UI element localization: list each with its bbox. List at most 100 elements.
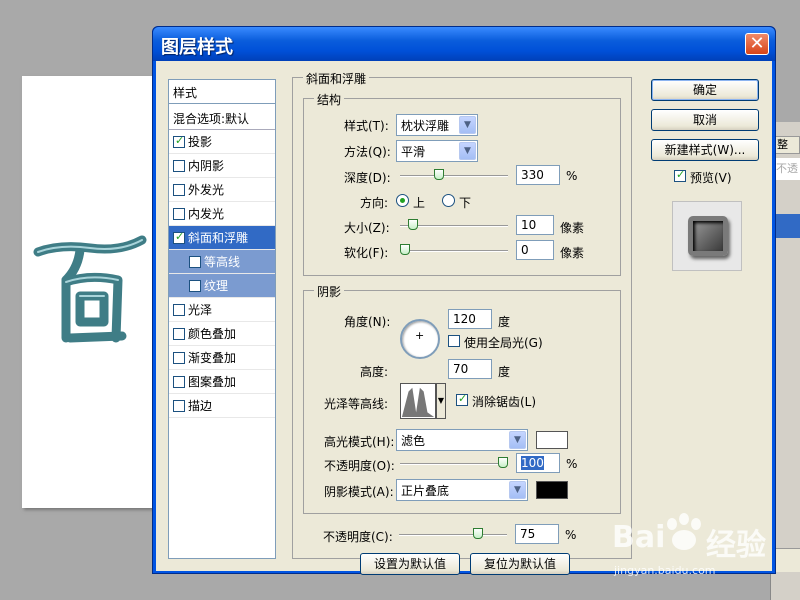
antialias-checkbox[interactable] [456, 392, 468, 406]
chevron-down-icon: ▼ [459, 142, 476, 160]
style-item-label: 渐变叠加 [188, 351, 237, 365]
bevel-emboss-title: 斜面和浮雕 [303, 70, 370, 87]
style-item-checkbox[interactable] [189, 279, 201, 292]
technique-select[interactable]: 平滑 ▼ [396, 140, 478, 162]
size-slider[interactable] [400, 219, 508, 231]
highlight-opacity-slider[interactable] [400, 457, 508, 469]
panel-tab[interactable]: 整 [772, 136, 800, 154]
style-item-label: 内发光 [188, 207, 225, 221]
cancel-button[interactable]: 取消 [651, 109, 759, 131]
altitude-input[interactable]: 70 [448, 359, 492, 379]
direction-down-radio[interactable] [442, 194, 455, 207]
style-label: 样式(T): [344, 119, 389, 133]
watermark-url: jingyan.baidu.com [614, 564, 716, 577]
highlight-color-swatch[interactable] [536, 431, 568, 449]
style-item[interactable]: 斜面和浮雕 [169, 226, 275, 250]
structure-group: 结构 样式(T): 枕状浮雕 ▼ 方法(Q): 平滑 ▼ 深度(D): 330 … [303, 91, 621, 276]
highlight-opacity-input[interactable]: 100 [516, 453, 560, 473]
angle-input[interactable]: 120 [448, 309, 492, 329]
altitude-label: 高度: [360, 365, 389, 379]
preview-label[interactable]: 预览(V) [690, 169, 732, 186]
depth-slider[interactable] [400, 169, 508, 181]
shadow-opacity-input[interactable]: 75 [515, 524, 559, 544]
reset-default-button[interactable]: 复位为默认值 [470, 553, 570, 575]
size-label: 大小(Z): [344, 221, 390, 235]
depth-slider-thumb[interactable] [434, 169, 444, 180]
style-item[interactable]: 渐变叠加 [169, 346, 275, 370]
style-item[interactable]: 内发光 [169, 202, 275, 226]
gloss-contour-thumbnail[interactable] [400, 383, 436, 419]
direction-down-label[interactable]: 下 [459, 194, 471, 211]
highlight-mode-select[interactable]: 滤色 ▼ [396, 429, 528, 451]
style-item-checkbox[interactable] [173, 375, 185, 388]
shadow-opacity-slider[interactable] [399, 528, 507, 540]
direction-up-label[interactable]: 上 [413, 194, 425, 211]
structure-title: 结构 [314, 91, 345, 108]
style-item[interactable]: 纹理 [169, 274, 275, 298]
style-item-checkbox[interactable] [189, 255, 201, 268]
shading-group: 阴影 角度(N): 120 度 + 使用全局光(G) 高度: 70 度 光泽等高… [303, 283, 621, 514]
style-item[interactable]: 颜色叠加 [169, 322, 275, 346]
style-item[interactable]: 光泽 [169, 298, 275, 322]
style-item[interactable]: 图案叠加 [169, 370, 275, 394]
soften-slider[interactable] [400, 244, 508, 256]
antialias-label[interactable]: 消除锯齿(L) [472, 393, 536, 410]
style-item-checkbox[interactable] [173, 399, 185, 412]
style-item-checkbox[interactable] [173, 183, 185, 196]
direction-up-radio[interactable] [396, 194, 409, 207]
style-item-checkbox[interactable] [173, 351, 185, 364]
dialog-title: 图层样式 [161, 37, 233, 58]
style-item-checkbox[interactable] [173, 327, 185, 340]
style-item-checkbox[interactable] [173, 159, 185, 172]
highlight-opacity-thumb[interactable] [498, 457, 508, 468]
soften-unit: 像素 [560, 246, 585, 260]
style-list: 样式 混合选项:默认 投影内阴影外发光内发光斜面和浮雕等高线纹理光泽颜色叠加渐变… [168, 79, 276, 559]
size-slider-thumb[interactable] [408, 219, 418, 230]
style-item-label: 外发光 [188, 183, 225, 197]
soften-slider-thumb[interactable] [400, 244, 410, 255]
title-bar[interactable]: 图层样式 ✕ [153, 27, 775, 61]
style-item-checkbox[interactable] [173, 207, 185, 220]
size-input[interactable]: 10 [516, 215, 554, 235]
preview-checkbox[interactable] [674, 168, 686, 182]
shadow-mode-select[interactable]: 正片叠底 ▼ [396, 479, 528, 501]
style-item[interactable]: 等高线 [169, 250, 275, 274]
baidu-paw-logo [667, 513, 701, 550]
style-item[interactable]: 外发光 [169, 178, 275, 202]
panel-opacity-hint: 不透 [772, 158, 800, 180]
style-item-label: 光泽 [188, 303, 213, 317]
style-list-header[interactable]: 样式 [169, 80, 275, 104]
chevron-down-icon: ▼ [459, 116, 476, 134]
shadow-opacity-thumb[interactable] [473, 528, 483, 539]
angle-wheel[interactable]: + [400, 319, 440, 359]
style-item[interactable]: 内阴影 [169, 154, 275, 178]
soften-input[interactable]: 0 [516, 240, 554, 260]
new-style-button[interactable]: 新建样式(W)... [651, 139, 759, 161]
depth-unit: % [566, 169, 578, 183]
style-item-checkbox[interactable] [173, 303, 185, 316]
style-item[interactable]: 投影 [169, 130, 275, 154]
embossed-glyph-image [33, 235, 147, 343]
style-select-value: 枕状浮雕 [401, 119, 450, 133]
highlight-opacity-unit: % [566, 457, 578, 471]
style-item[interactable]: 描边 [169, 394, 275, 418]
blend-options-item[interactable]: 混合选项:默认 [169, 104, 275, 130]
highlight-opacity-label: 不透明度(O): [324, 459, 395, 473]
global-light-label[interactable]: 使用全局光(G) [464, 334, 543, 351]
soften-label: 软化(F): [344, 246, 389, 260]
make-default-button[interactable]: 设置为默认值 [360, 553, 460, 575]
chevron-down-icon: ▼ [509, 431, 526, 449]
style-item-label: 纹理 [204, 279, 229, 293]
style-select[interactable]: 枕状浮雕 ▼ [396, 114, 478, 136]
global-light-checkbox[interactable] [448, 335, 460, 347]
close-button[interactable]: ✕ [745, 33, 769, 55]
ok-button[interactable]: 确定 [651, 79, 759, 101]
shadow-mode-label: 阴影模式(A): [324, 485, 394, 499]
depth-label: 深度(D): [344, 171, 391, 185]
style-item-checkbox[interactable] [173, 134, 185, 148]
depth-input[interactable]: 330 [516, 165, 560, 185]
chevron-down-icon[interactable]: ▼ [436, 383, 446, 419]
selected-layer-row[interactable] [772, 214, 800, 238]
style-item-checkbox[interactable] [173, 230, 185, 244]
shadow-color-swatch[interactable] [536, 481, 568, 499]
